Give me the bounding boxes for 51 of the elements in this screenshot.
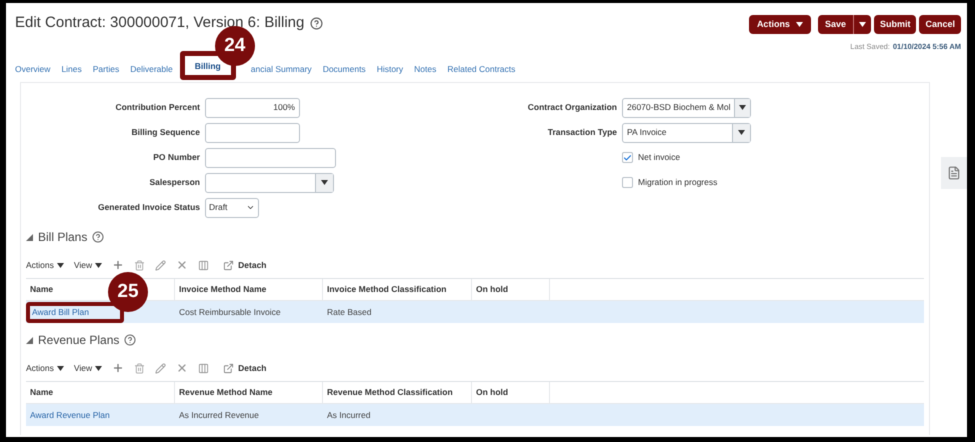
field-label: Billing Sequence xyxy=(130,126,200,140)
table-row[interactable]: Award Revenue Plan As Incurred Revenue As Incurred xyxy=(26,404,924,426)
field-label: Contribution Percent xyxy=(114,101,200,114)
header-button[interactable]: Submit xyxy=(874,15,916,34)
callout-badge: 25 xyxy=(108,272,148,312)
column-header: Name xyxy=(30,283,54,296)
column-header: Name xyxy=(30,386,54,400)
detach-button[interactable]: Detach xyxy=(223,258,266,272)
combo-field[interactable]: PA Invoice xyxy=(622,122,751,143)
table-cell: As Incurred xyxy=(327,410,370,421)
save-button[interactable]: Save xyxy=(818,15,871,34)
column-header: Invoice Method Name xyxy=(179,283,266,296)
section-title: Revenue Plans xyxy=(38,332,120,350)
column-header: Revenue Method Name xyxy=(179,386,273,400)
field-label: PO Number xyxy=(152,151,200,164)
select-field[interactable]: Draft xyxy=(205,198,259,218)
input-field[interactable]: 100% xyxy=(205,98,300,118)
tab[interactable]: Documents xyxy=(322,63,366,76)
column-header: Revenue Method Classification xyxy=(327,386,453,400)
checkbox-label: Net invoice xyxy=(638,151,680,164)
view-menu[interactable]: View xyxy=(74,362,102,375)
detach-button[interactable]: Detach xyxy=(223,362,266,375)
actions-button[interactable]: Actions xyxy=(748,15,811,34)
tab[interactable]: Notes xyxy=(414,63,436,76)
tab[interactable]: Parties xyxy=(92,63,120,76)
tab[interactable]: ancial Summary xyxy=(250,63,312,76)
actions-menu[interactable]: Actions xyxy=(26,258,64,272)
view-menu[interactable]: View xyxy=(74,258,102,272)
plan-link[interactable]: Award Bill Plan xyxy=(32,306,90,318)
actions-menu[interactable]: Actions xyxy=(26,362,64,375)
tab[interactable]: Lines xyxy=(61,63,82,76)
tab[interactable]: History xyxy=(376,63,404,76)
tab[interactable]: Deliverable xyxy=(130,63,173,76)
column-header: On hold xyxy=(476,386,508,400)
field-label: Contract Organization xyxy=(526,101,617,114)
callout-badge: 24 xyxy=(214,26,255,66)
checkbox-label: Migration in progress xyxy=(638,176,718,190)
tab[interactable]: Related Contracts xyxy=(447,63,516,76)
column-header: Invoice Method Classification xyxy=(327,283,446,296)
header-button[interactable]: Cancel xyxy=(919,15,961,34)
field-label: Salesperson xyxy=(148,176,200,190)
table-cell: Cost Reimbursable Invoice xyxy=(179,306,281,318)
tab[interactable]: Overview xyxy=(15,63,50,76)
table-cell: As Incurred Revenue xyxy=(179,410,259,421)
combo-field[interactable]: 26070-BSD Biochem & Mol xyxy=(622,98,751,118)
plan-link[interactable]: Award Revenue Plan xyxy=(30,410,110,421)
field-label: Transaction Type xyxy=(546,126,617,140)
column-header: On hold xyxy=(476,283,508,296)
field-label: Generated Invoice Status xyxy=(96,201,200,214)
table-cell: Rate Based xyxy=(327,306,372,318)
section-title: Bill Plans xyxy=(38,229,88,246)
